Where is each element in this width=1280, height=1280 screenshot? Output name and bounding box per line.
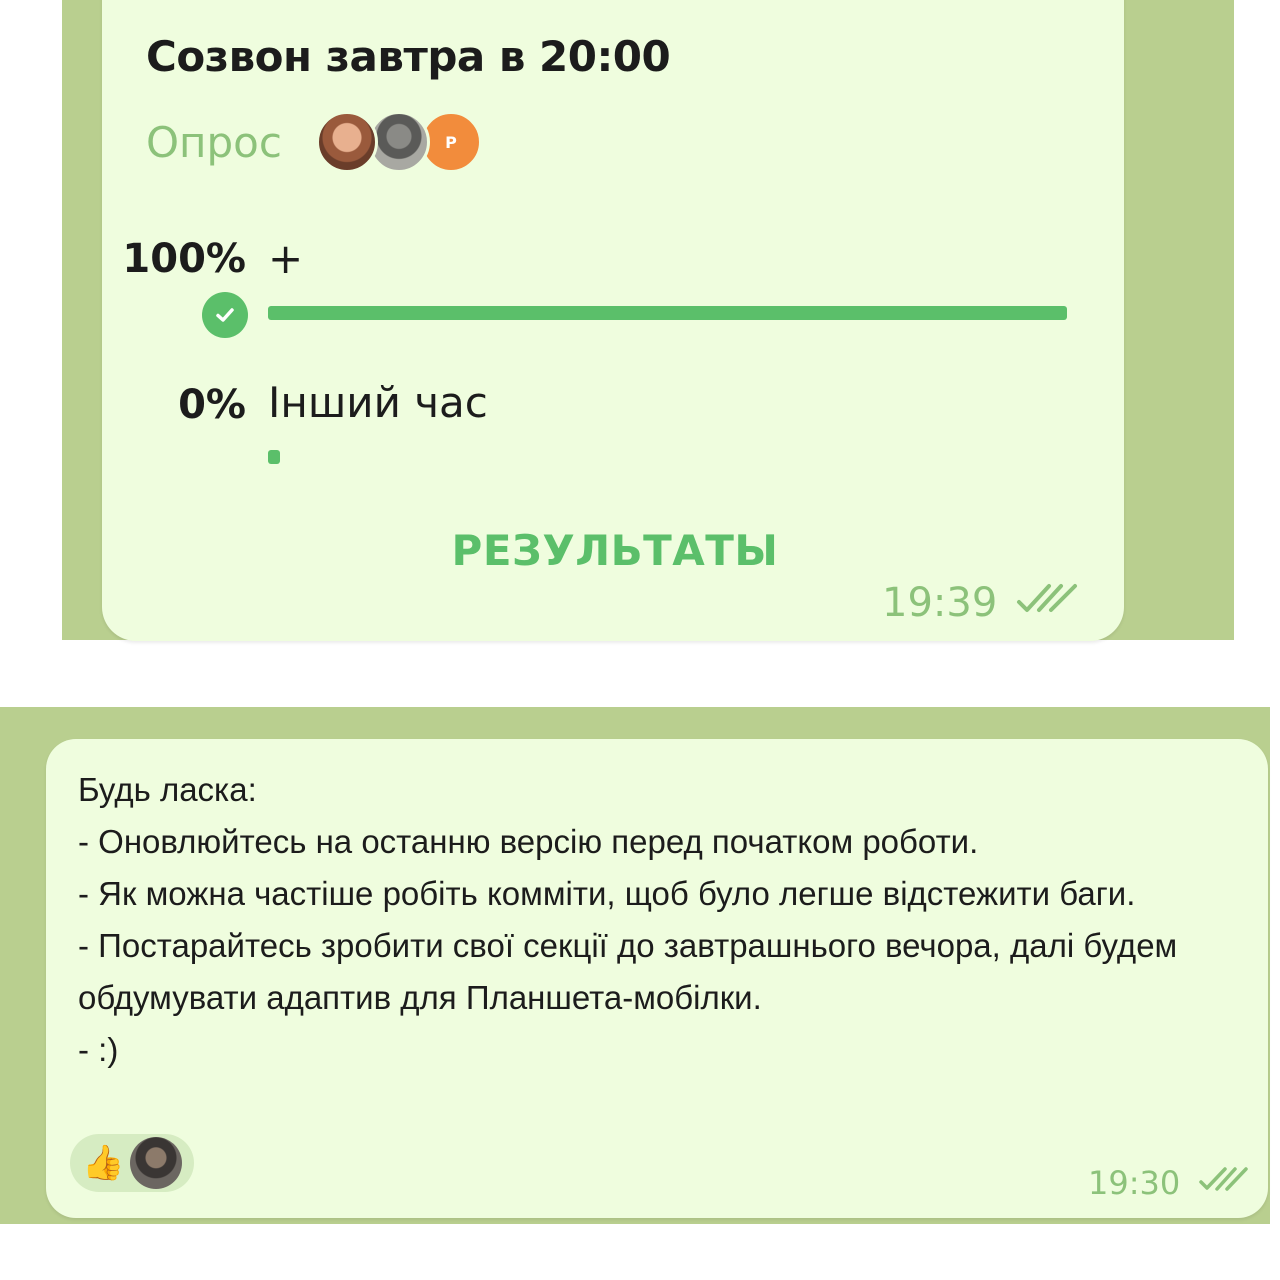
poll-option-percent: 0% (178, 382, 246, 428)
message-line: - Оновлюйтесь на останню версію перед по… (78, 823, 979, 860)
poll-question: Созвон завтра в 20:00 (146, 32, 671, 81)
message-time: 19:30 (1088, 1164, 1181, 1202)
message-text: Будь ласка: - Оновлюйтесь на останню вер… (78, 764, 1248, 1076)
poll-voters[interactable]: P (316, 111, 486, 175)
message-line: - :) (78, 1031, 119, 1068)
message-line: - Як можна частіше робіть комміти, щоб б… (78, 875, 1136, 912)
poll-option-percent: 100% (122, 236, 246, 282)
poll-option-label: Інший час (268, 378, 488, 427)
double-check-icon (1198, 1164, 1250, 1202)
poll-option-label: + (268, 234, 304, 283)
message-line: Будь ласка: (78, 771, 257, 808)
voter-initial: P (445, 132, 457, 152)
reaction-user-avatar (130, 1137, 183, 1189)
thumbs-up-icon: 👍 (82, 1143, 125, 1183)
double-check-icon (1015, 580, 1081, 626)
poll-message-meta: 19:39 (882, 580, 1081, 626)
message-line: - Постарайтесь зробити свої секції до за… (78, 927, 1178, 1016)
poll-option-bar-fill (268, 450, 280, 464)
poll-type-label: Опрос (146, 118, 282, 167)
poll-option-bar (268, 450, 1067, 464)
poll-option-bar (268, 306, 1067, 320)
text-message-meta: 19:30 (1088, 1164, 1250, 1202)
message-time: 19:39 (882, 580, 998, 626)
poll-option-bar-fill (268, 306, 1067, 320)
check-icon (202, 292, 248, 338)
reaction-chip[interactable]: 👍 (70, 1134, 194, 1192)
poll-results-button[interactable]: РЕЗУЛЬТАТЫ (380, 526, 850, 575)
voter-avatar (316, 111, 378, 173)
